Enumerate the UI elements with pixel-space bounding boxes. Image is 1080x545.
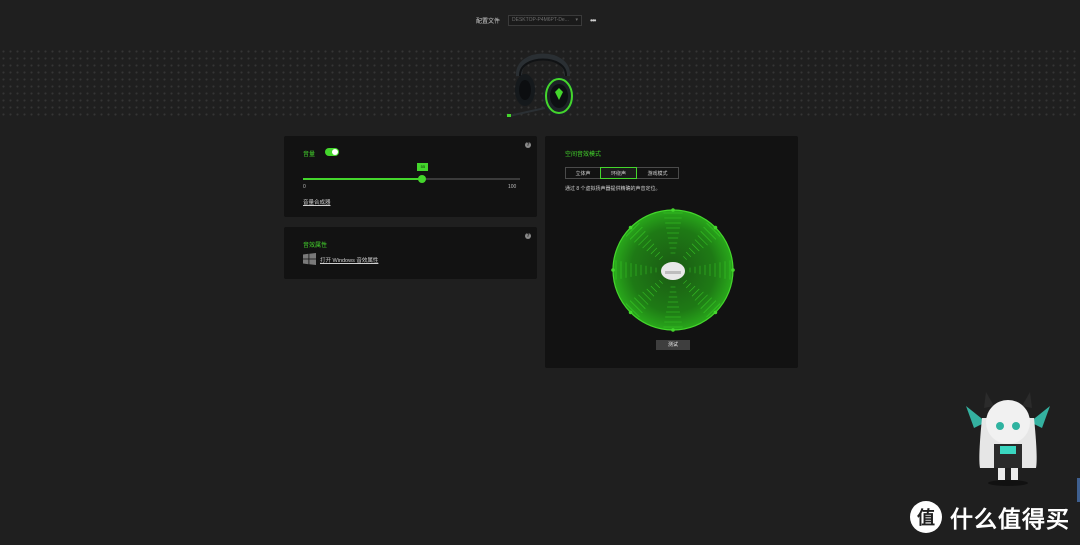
volume-toggle[interactable] [325,148,339,156]
help-icon[interactable]: ? [525,233,531,239]
volume-mixer-link[interactable]: 音量合成器 [303,198,331,206]
more-options-icon[interactable]: ••• [590,16,596,25]
profile-value: DESKTOP-P4M6PT-De... [512,17,569,23]
watermark-text: 什么值得买 [950,506,1070,532]
spatial-audio-title: 空间音效模式 [565,152,602,158]
speaker-dot [671,328,675,332]
volume-slider-track[interactable] [303,178,520,180]
speaker-dot [628,225,633,230]
watermark-logo-char: 值 [917,508,935,528]
windows-icon [303,253,316,265]
surround-speaker-visualization [611,208,735,332]
profile-dropdown[interactable]: DESKTOP-P4M6PT-De... ▾ [508,14,583,26]
windows-sound-properties-link[interactable]: 打开 Windows 音效属性 [320,256,378,264]
sound-properties-panel: ? [284,227,537,279]
mode-selector: 立体声 环绕声 游戏模式 [565,167,679,179]
speaker-dot [713,310,718,315]
chevron-down-icon: ▾ [575,17,579,23]
speaker-dot [713,225,718,230]
test-button[interactable]: 测试 [656,340,690,350]
speaker-dot [628,310,633,315]
mode-game-label: 游戏模式 [647,170,668,177]
profile-label: 配置文件 [476,18,501,25]
mode-surround-label: 环绕声 [610,170,626,177]
volume-title: 音量 [303,152,316,158]
sound-properties-title: 音效属性 [303,243,328,249]
mode-surround-button[interactable]: 环绕声 [600,167,637,179]
mode-stereo-button[interactable]: 立体声 [565,167,601,179]
profile-bar: 配置文件 DESKTOP-P4M6PT-De... ▾ ••• [476,13,597,27]
speaker-dot [671,208,675,212]
volume-slider-fill [303,178,423,180]
spatial-description: 通过 8 个虚拟扬声器提供精确的声音定位。 [565,186,661,192]
mascot-image [966,392,1050,486]
volume-value-bubble: 55 [417,163,429,171]
mode-game-button[interactable]: 游戏模式 [636,167,679,179]
headset-image [507,53,575,117]
slider-max-label: 100 [508,184,517,190]
help-icon[interactable]: ? [525,142,531,148]
slider-min-label: 0 [303,184,306,190]
watermark-logo: 值 [910,501,942,533]
speaker-dot [731,268,735,272]
watermark: 值 什么值得买 [910,500,1070,534]
mode-stereo-label: 立体声 [575,170,591,177]
speaker-dot [611,268,615,272]
